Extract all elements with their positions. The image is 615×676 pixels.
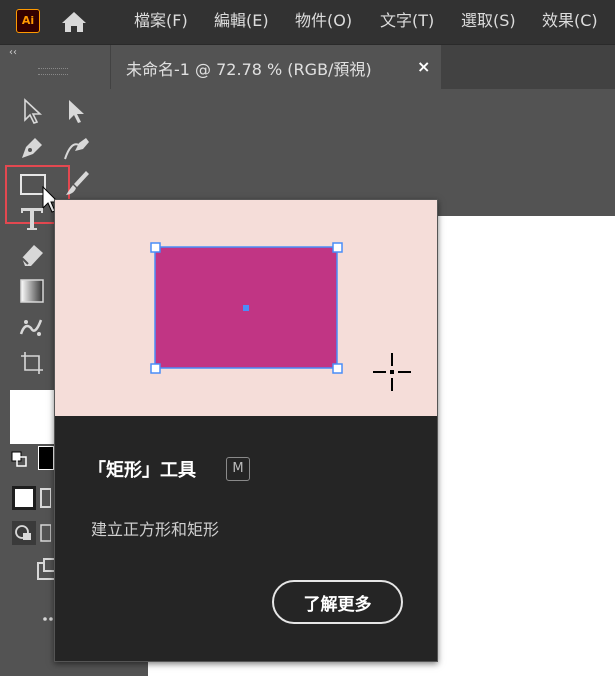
menu-effect[interactable]: 效果(C) <box>542 11 598 31</box>
eraser-tool-icon[interactable] <box>17 240 47 270</box>
tooltip-description: 建立正方形和矩形 <box>91 520 220 539</box>
menu-select[interactable]: 選取(S) <box>461 11 516 31</box>
app-logo: Ai <box>16 9 40 33</box>
puppet-warp-tool-icon[interactable] <box>17 312 47 342</box>
rectangle-tool-tooltip: 「矩形」工具 M 建立正方形和矩形 了解更多 <box>54 199 438 662</box>
selection-tool-icon[interactable] <box>19 96 49 126</box>
stroke-color-swatch[interactable] <box>38 446 54 470</box>
type-tool-icon[interactable] <box>17 204 47 234</box>
draw-mode-icon[interactable] <box>11 520 51 546</box>
preview-handle <box>150 363 161 374</box>
close-icon[interactable]: × <box>417 57 430 76</box>
direct-selection-tool-icon[interactable] <box>63 96 93 126</box>
preview-handle <box>332 242 343 253</box>
learn-more-button[interactable]: 了解更多 <box>272 580 403 624</box>
panel-grip[interactable] <box>38 68 68 75</box>
swap-colors-icon[interactable] <box>10 450 28 468</box>
preview-handle <box>332 363 343 374</box>
preview-center-point <box>243 305 249 311</box>
menu-object[interactable]: 物件(O) <box>295 11 352 31</box>
preview-handle <box>150 242 161 253</box>
menu-bar: Ai 檔案(F) 編輯(E) 物件(O) 文字(T) 選取(S) 效果(C) <box>0 0 615 45</box>
curvature-tool-icon[interactable] <box>61 133 91 163</box>
tooltip-preview <box>55 200 437 416</box>
document-tab-label: 未命名-1 @ 72.78 % (RGB/預視) <box>126 60 372 79</box>
preview-illustration <box>150 242 411 391</box>
home-icon[interactable] <box>60 10 88 34</box>
document-tab[interactable]: 未命名-1 @ 72.78 % (RGB/預視) × <box>111 45 441 89</box>
shortcut-badge: M <box>226 457 250 481</box>
fill-stroke-mode-icon[interactable] <box>11 485 51 511</box>
fill-color-swatch[interactable] <box>10 390 54 444</box>
collapse-panel-icon[interactable]: ‹‹ <box>9 47 17 58</box>
gradient-tool-icon[interactable] <box>17 276 47 306</box>
artboard-tool-icon[interactable] <box>17 348 47 378</box>
menu-file[interactable]: 檔案(F) <box>134 11 188 31</box>
menu-edit[interactable]: 編輯(E) <box>214 11 269 31</box>
pen-tool-icon[interactable] <box>17 133 47 163</box>
crosshair-center <box>390 370 394 374</box>
tooltip-title: 「矩形」工具 <box>88 460 196 481</box>
menu-type[interactable]: 文字(T) <box>380 11 434 31</box>
